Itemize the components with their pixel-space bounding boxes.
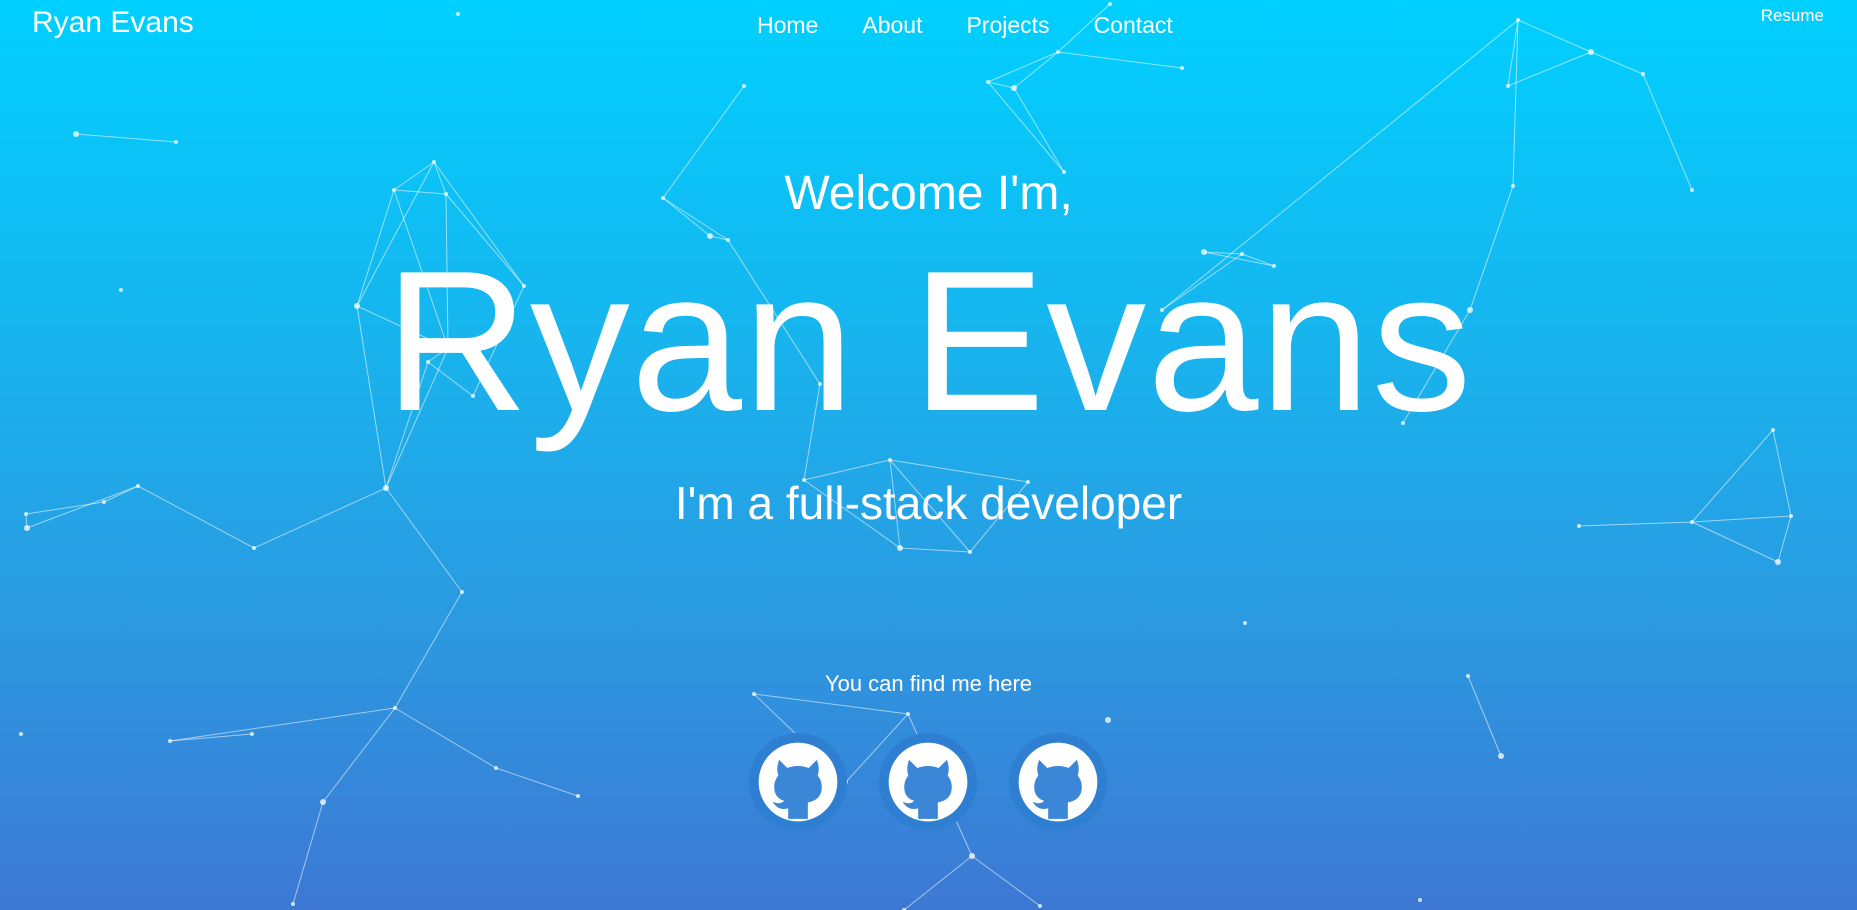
particle-link <box>1517 19 1592 53</box>
github-link-2[interactable] <box>879 733 977 831</box>
github-icon <box>758 742 838 822</box>
tagline: I'm a full-stack developer <box>674 477 1183 529</box>
particle-link <box>394 707 497 769</box>
particle-dot <box>73 131 79 137</box>
nav-home[interactable]: Home <box>757 12 818 39</box>
particle-dot <box>968 550 972 554</box>
particle-link <box>1590 51 1644 75</box>
particle-dot <box>1105 717 1111 723</box>
particle-dot <box>19 732 23 736</box>
particle-link <box>1507 19 1519 87</box>
particle-link <box>971 855 1041 907</box>
particle-dot <box>250 732 254 736</box>
particle-dot <box>969 853 975 859</box>
particle-dot <box>456 12 460 16</box>
github-link-1[interactable] <box>749 733 847 831</box>
particle-link <box>1512 19 1519 187</box>
particle-dot <box>888 458 892 462</box>
particle-dot <box>393 706 397 710</box>
particle-dot <box>1108 2 1112 6</box>
particle-dot <box>897 545 903 551</box>
particle-link <box>899 547 971 553</box>
particle-link <box>1507 51 1592 87</box>
particle-dot <box>1056 50 1060 54</box>
social-label: You can find me here <box>824 671 1033 696</box>
particle-dot <box>320 799 326 805</box>
particle-link <box>292 801 324 905</box>
brand-logo[interactable]: Ryan Evans <box>32 6 194 40</box>
particle-dot <box>1011 85 1017 91</box>
particle-dot <box>906 712 910 716</box>
nav-projects[interactable]: Projects <box>966 12 1049 39</box>
particle-link <box>1013 87 1065 173</box>
welcome-text: Welcome I'm, <box>784 167 1073 220</box>
particle-dot <box>742 84 746 88</box>
particle-link <box>987 81 1065 173</box>
particle-link <box>1013 51 1059 89</box>
particle-dot <box>460 590 464 594</box>
particle-link <box>987 51 1059 83</box>
particle-dot <box>1641 72 1645 76</box>
particle-dot <box>1516 18 1520 22</box>
particle-link <box>169 733 253 742</box>
particle-link <box>169 707 396 742</box>
particle-dot <box>1180 66 1184 70</box>
particle-link <box>1057 51 1183 69</box>
nav-about[interactable]: About <box>862 12 922 39</box>
particle-dot <box>1775 559 1781 565</box>
particle-dot <box>494 766 498 770</box>
particle-dot <box>1588 49 1594 55</box>
hero-name: Ryan Evans <box>384 230 1473 453</box>
particle-dot <box>1038 904 1042 908</box>
particle-dot <box>1506 84 1510 88</box>
particle-dot <box>576 794 580 798</box>
particle-dot <box>291 902 295 906</box>
particle-link <box>987 81 1015 89</box>
particle-dot <box>174 140 178 144</box>
particle-dot <box>986 80 990 84</box>
particle-link <box>322 707 396 803</box>
particle-link <box>495 767 579 797</box>
particle-dot <box>1418 898 1422 902</box>
resume-link[interactable]: Resume <box>1761 6 1824 26</box>
github-icon <box>1018 742 1098 822</box>
nav-contact[interactable]: Contact <box>1094 12 1173 39</box>
particle-dot <box>252 546 256 550</box>
github-icon <box>888 742 968 822</box>
particle-dot <box>1498 753 1504 759</box>
particle-link <box>75 133 177 143</box>
particle-link <box>903 855 973 910</box>
github-link-3[interactable] <box>1009 733 1107 831</box>
particle-dot <box>432 160 436 164</box>
main-nav: Home About Projects Contact <box>757 12 1173 39</box>
particle-dot <box>168 739 172 743</box>
social-links <box>749 733 1107 831</box>
particle-dot <box>1243 621 1247 625</box>
